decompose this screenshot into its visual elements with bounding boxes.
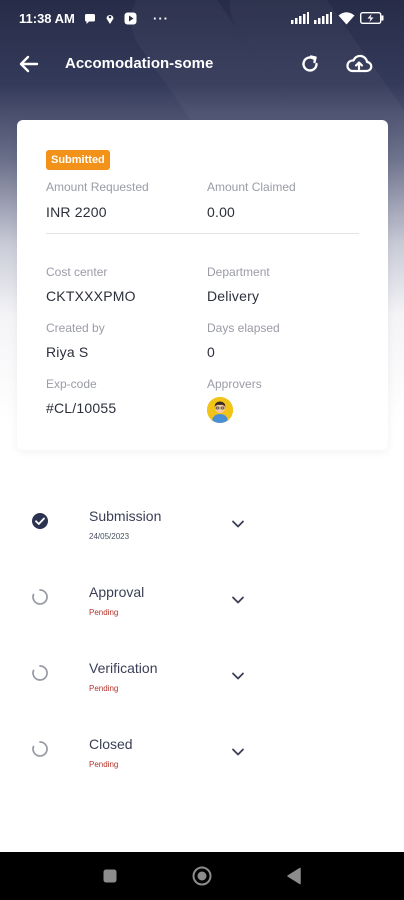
system-navigation-bar xyxy=(0,852,404,900)
loading-spinner-icon xyxy=(32,665,48,681)
recents-button[interactable] xyxy=(100,866,120,886)
signal-icon xyxy=(291,11,309,25)
wifi-icon xyxy=(337,11,355,25)
approvers-label: Approvers xyxy=(207,377,262,391)
timeline-step-approval[interactable]: Approval Pending xyxy=(0,576,404,636)
app-bar: Accomodation-some xyxy=(0,38,404,90)
chevron-down-icon[interactable] xyxy=(229,515,247,533)
timeline-step-closed[interactable]: Closed Pending xyxy=(0,728,404,788)
more-notifications-icon: ··· xyxy=(153,11,169,26)
loading-spinner-icon xyxy=(32,589,48,605)
signal-icon xyxy=(314,11,332,25)
refresh-button[interactable] xyxy=(296,50,324,78)
expense-summary-card: Submitted Amount Requested INR 2200 Amou… xyxy=(17,120,388,450)
chevron-down-icon[interactable] xyxy=(229,591,247,609)
location-pin-icon xyxy=(103,12,117,26)
page-title: Accomodation-some xyxy=(65,55,214,72)
loading-spinner-icon xyxy=(32,741,48,757)
chevron-down-icon[interactable] xyxy=(229,667,247,685)
cloud-upload-button[interactable] xyxy=(343,50,375,78)
square-recents-icon xyxy=(103,869,117,883)
person-avatar-icon xyxy=(207,397,233,423)
circle-home-icon xyxy=(192,866,212,886)
cloud-upload-icon xyxy=(346,54,373,73)
amount-requested-label: Amount Requested xyxy=(46,180,149,194)
chevron-down-icon[interactable] xyxy=(229,743,247,761)
days-elapsed-value: 0 xyxy=(207,344,215,360)
triangle-back-icon xyxy=(287,867,301,885)
created-by-label: Created by xyxy=(46,321,105,335)
amount-claimed-label: Amount Claimed xyxy=(207,180,296,194)
exp-code-label: Exp-code xyxy=(46,377,97,391)
timeline-step-date: 24/05/2023 xyxy=(89,532,130,541)
play-icon xyxy=(123,12,137,26)
status-badge: Submitted xyxy=(46,150,110,170)
timeline-step-status: Pending xyxy=(89,760,119,769)
chat-bubble-icon xyxy=(83,12,97,26)
timeline-step-title: Closed xyxy=(89,736,133,752)
department-value: Delivery xyxy=(207,288,260,304)
timeline-step-status: Pending xyxy=(89,684,119,693)
back-nav-button[interactable] xyxy=(284,866,304,886)
back-arrow-icon xyxy=(19,55,39,73)
status-icons-left: ··· xyxy=(83,11,169,26)
exp-code-value: #CL/10055 xyxy=(46,400,117,416)
status-bar: 11:38 AM ··· xyxy=(0,0,404,38)
timeline-step-submission[interactable]: Submission 24/05/2023 xyxy=(0,500,404,560)
department-label: Department xyxy=(207,265,270,279)
battery-charging-icon xyxy=(360,11,384,25)
approver-avatar[interactable] xyxy=(207,397,233,423)
divider xyxy=(46,233,359,234)
check-circle-icon xyxy=(32,513,48,529)
status-icons-right xyxy=(291,11,384,25)
amount-claimed-value: 0.00 xyxy=(207,204,236,220)
timeline-step-title: Approval xyxy=(89,584,145,600)
timeline-step-verification[interactable]: Verification Pending xyxy=(0,652,404,712)
days-elapsed-label: Days elapsed xyxy=(207,321,280,335)
home-button[interactable] xyxy=(192,866,212,886)
cost-center-value: CKTXXXPMO xyxy=(46,288,136,304)
status-time: 11:38 AM xyxy=(19,11,75,26)
timeline-step-status: Pending xyxy=(89,608,119,617)
amount-requested-value: INR 2200 xyxy=(46,204,107,220)
back-button[interactable] xyxy=(14,50,44,78)
cost-center-label: Cost center xyxy=(46,265,108,279)
created-by-value: Riya S xyxy=(46,344,89,360)
timeline-step-title: Submission xyxy=(89,508,162,524)
refresh-icon xyxy=(302,55,318,72)
timeline-step-title: Verification xyxy=(89,660,158,676)
